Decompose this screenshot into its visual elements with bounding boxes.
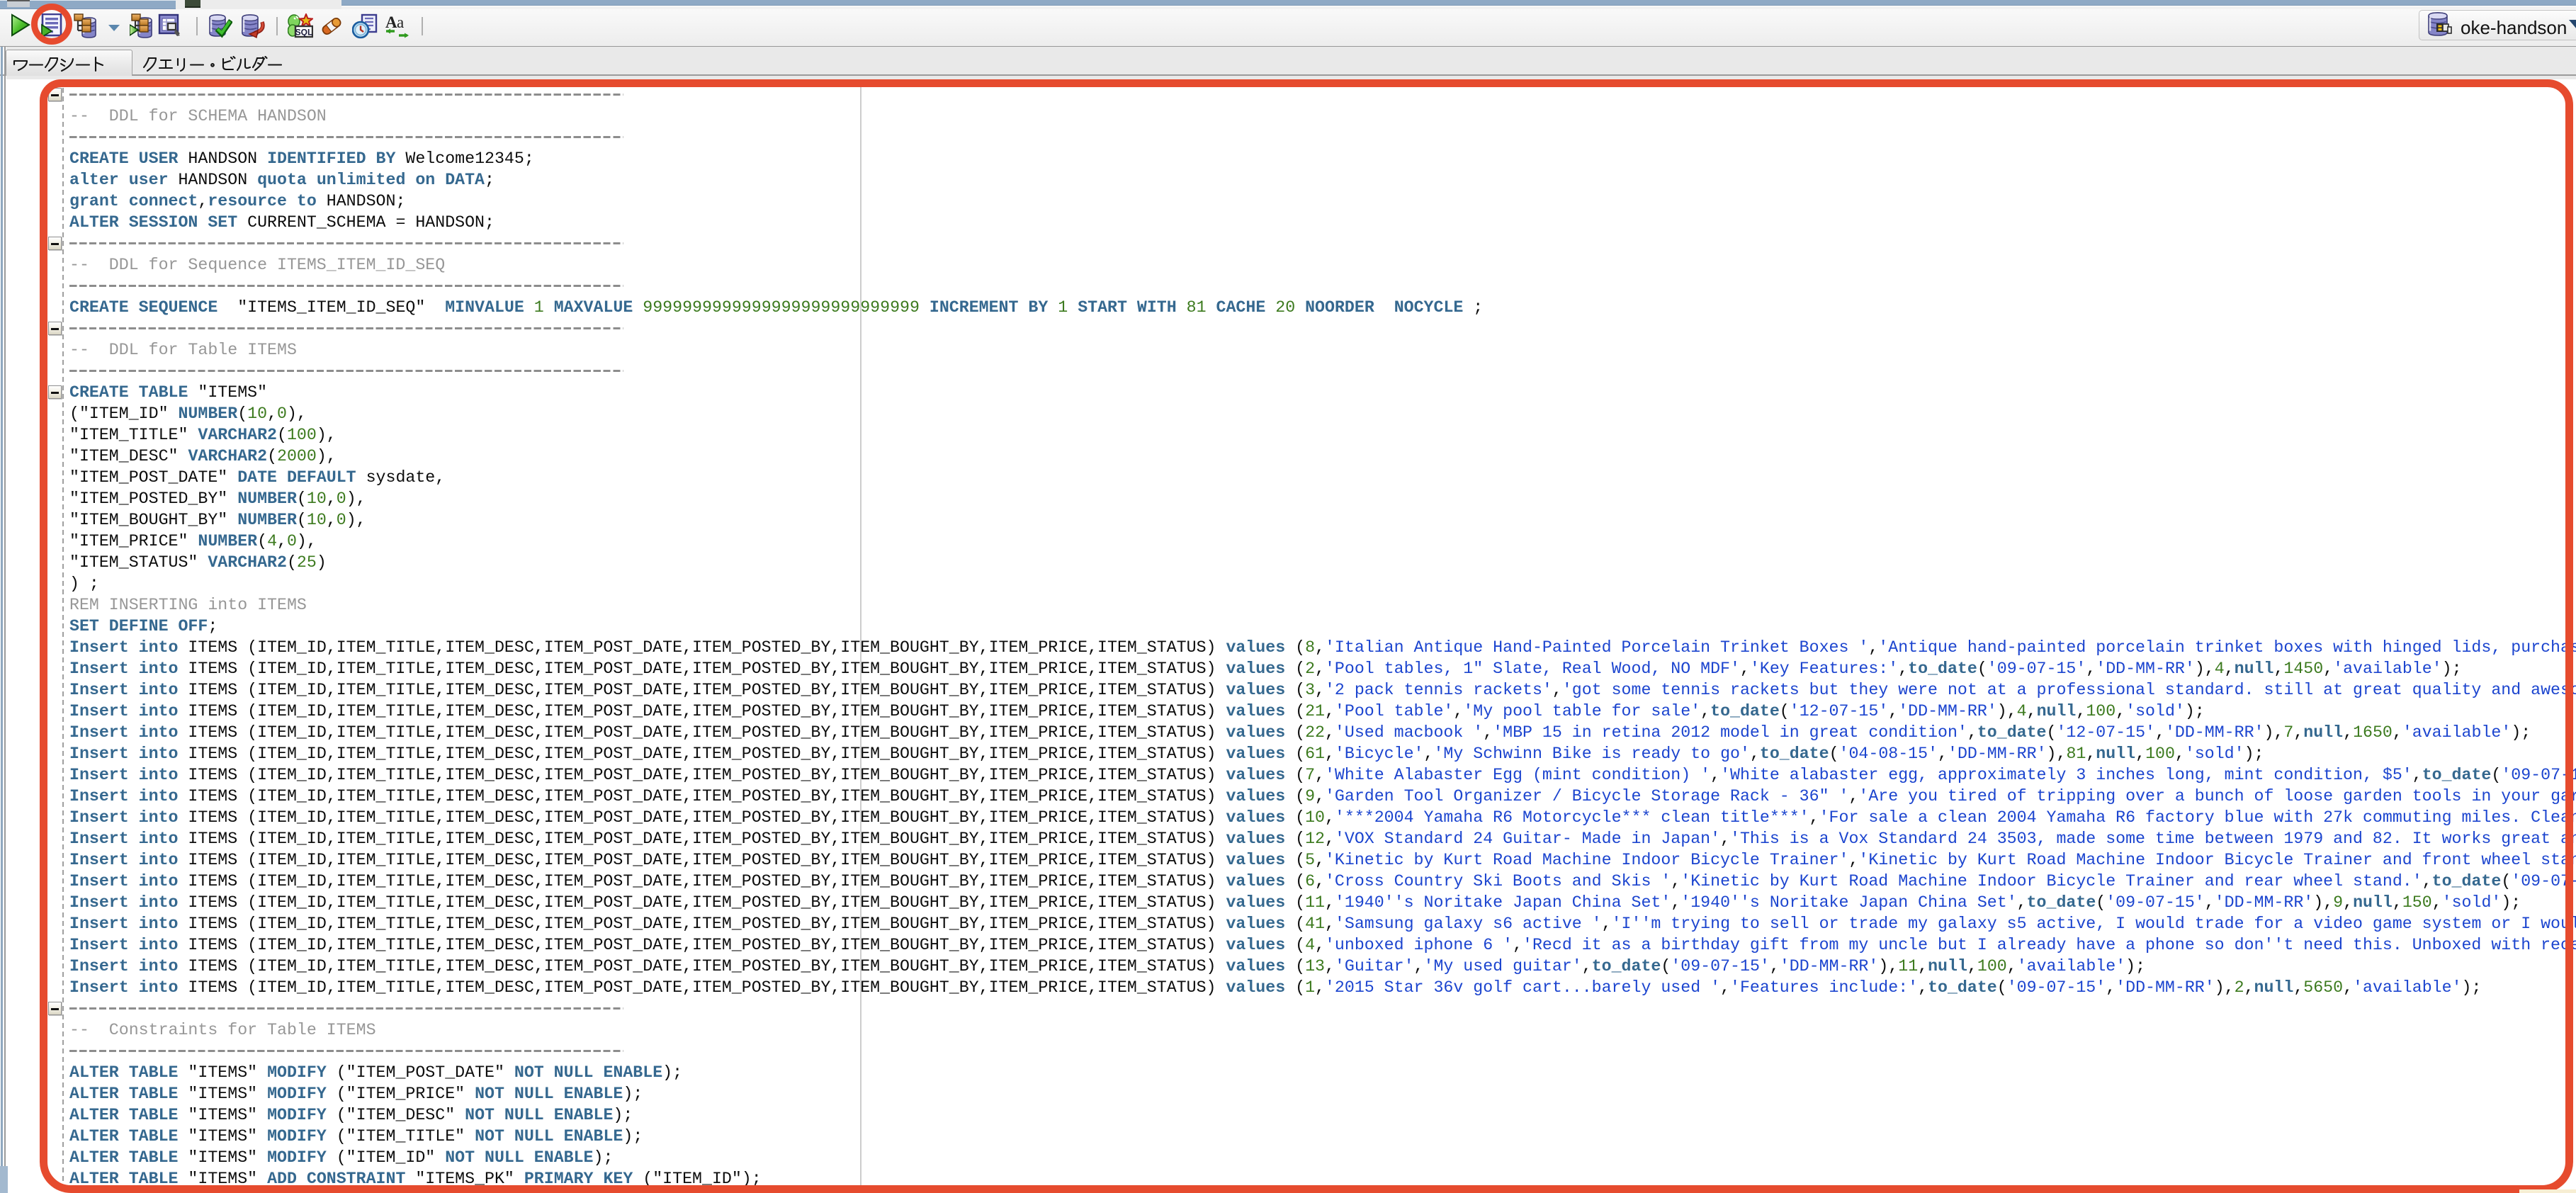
svg-text:SQL: SQL — [295, 28, 313, 38]
svg-text:a: a — [397, 13, 404, 31]
svg-text:A: A — [385, 13, 397, 31]
